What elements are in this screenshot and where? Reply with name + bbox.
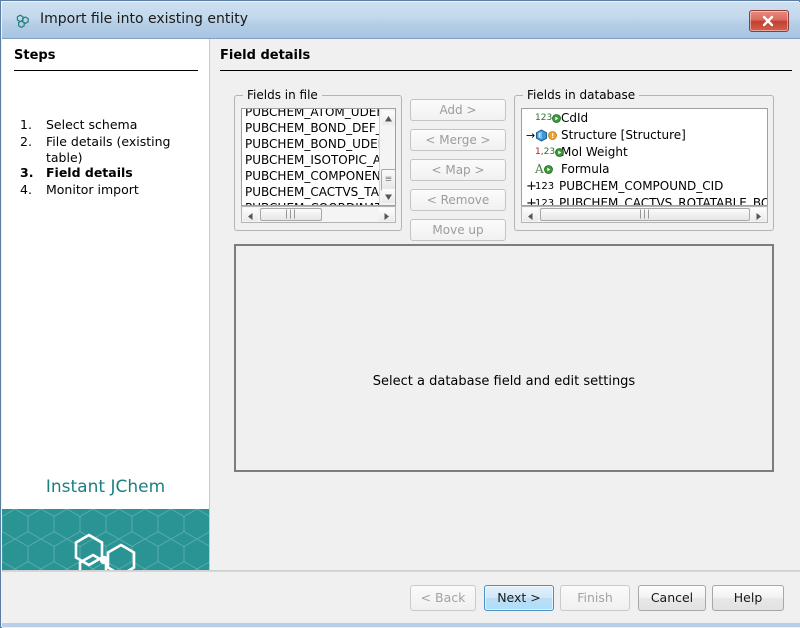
sidebar-step-4: 4.Monitor import — [20, 182, 200, 198]
step-label: Select schema — [46, 117, 186, 133]
fields-in-database-group: Fields in database 123CdId→Structure [St… — [514, 95, 774, 231]
step-number: 4. — [20, 182, 46, 197]
mapped-arrow-icon: → — [526, 127, 535, 144]
new-field-marker-icon: + — [526, 178, 535, 195]
field-settings-panel: Select a database field and edit setting… — [234, 244, 774, 472]
help-button[interactable]: Help — [712, 585, 784, 611]
list-item[interactable]: PUBCHEM_ATOM_UDEF — [242, 109, 379, 120]
list-item[interactable]: +123PUBCHEM_COMPOUND_CID — [522, 178, 767, 195]
finish-button[interactable]: Finish — [560, 585, 630, 611]
list-item[interactable]: → Structure [Structure] — [522, 127, 767, 144]
scroll-up-button[interactable] — [382, 111, 395, 125]
list-item-label: PUBCHEM_CACTVS_ROTATABLE_BON — [559, 196, 767, 205]
horizontal-scroll-thumb[interactable]: ||| — [260, 208, 322, 221]
new-field-marker-icon: + — [526, 195, 535, 205]
list-item[interactable]: PUBCHEM_ISOTOPIC_A — [242, 152, 379, 168]
scroll-thumb-grip: ||| — [639, 210, 651, 219]
steps-divider — [14, 70, 198, 71]
fields-in-file-horizontal-scrollbar[interactable]: ||| — [241, 206, 396, 223]
map-button[interactable]: < Map > — [410, 159, 506, 181]
fields-in-file-vertical-scrollbar[interactable]: ≡ — [379, 109, 395, 205]
vertical-scroll-thumb[interactable]: ≡ — [381, 169, 396, 191]
add-button[interactable]: Add > — [410, 99, 506, 121]
step-number: 2. — [20, 134, 46, 149]
step-label: File details (existing table) — [46, 134, 186, 166]
step-number: 3. — [20, 165, 46, 180]
list-item-label: Mol Weight — [561, 145, 628, 159]
list-item-label: Structure [Structure] — [561, 128, 686, 142]
title-bar: Import file into existing entity — [2, 2, 800, 39]
scroll-thumb-grip: ≡ — [385, 176, 393, 185]
scroll-right-button[interactable] — [379, 208, 394, 221]
fields-in-database-legend: Fields in database — [523, 88, 639, 102]
next-button[interactable]: Next > — [484, 585, 554, 611]
list-item[interactable]: 1,23Mol Weight — [522, 144, 767, 161]
decimal-field-icon: 1,23 — [535, 144, 561, 161]
step-label: Field details — [46, 165, 186, 181]
new-number-field-icon: 123 — [535, 178, 559, 195]
dialog-content: Steps 1.Select schema 2.File details (ex… — [2, 39, 800, 628]
scroll-right-button[interactable] — [751, 208, 766, 221]
dialog-window: Import file into existing entity Steps 1… — [0, 0, 800, 628]
dialog-button-bar: < Back Next > Finish Cancel Help — [2, 570, 800, 628]
fields-in-database-list[interactable]: 123CdId→Structure [Structure]1,23Mol Wei… — [521, 108, 768, 206]
steps-heading: Steps — [14, 48, 55, 63]
cancel-button[interactable]: Cancel — [638, 585, 706, 611]
list-item[interactable]: PUBCHEM_BOND_DEF_S — [242, 120, 379, 136]
settings-placeholder-text: Select a database field and edit setting… — [236, 374, 772, 389]
list-item[interactable]: 123CdId — [522, 110, 767, 127]
list-item[interactable]: PUBCHEM_BOND_UDEF_ — [242, 136, 379, 152]
scroll-left-button[interactable] — [243, 208, 258, 221]
close-button[interactable] — [749, 10, 789, 32]
list-item-label: PUBCHEM_COMPOUND_CID — [559, 179, 723, 193]
list-item[interactable]: AFormula — [522, 161, 767, 178]
button-bar-divider — [2, 571, 800, 572]
back-button[interactable]: < Back — [410, 585, 476, 611]
list-item[interactable]: +123PUBCHEM_CACTVS_ROTATABLE_BON — [522, 195, 767, 205]
scroll-left-button[interactable] — [523, 208, 538, 221]
sidebar-step-3: 3.Field details — [20, 165, 200, 181]
fields-in-database-horizontal-scrollbar[interactable]: ||| — [521, 206, 768, 223]
number-field-icon: 123 — [535, 110, 561, 127]
scroll-down-button[interactable] — [382, 189, 395, 203]
fields-in-file-viewport: PUBCHEM_ATOM_UDEFPUBCHEM_BOND_DEF_SPUBCH… — [242, 109, 379, 205]
list-item[interactable]: PUBCHEM_COORDINATI — [242, 200, 379, 205]
list-item[interactable]: PUBCHEM_CACTVS_TA — [242, 184, 379, 200]
move-up-button[interactable]: Move up — [410, 219, 506, 241]
window-footer-strip — [2, 623, 800, 627]
page-title: Field details — [220, 48, 310, 63]
list-item-label: Formula — [561, 162, 610, 176]
sidebar-step-2: 2.File details (existing table) — [20, 134, 200, 166]
remove-button[interactable]: < Remove — [410, 189, 506, 211]
scroll-thumb-grip: ||| — [285, 210, 297, 219]
brand-name: Instant JChem — [2, 477, 209, 497]
jchem-hexagon-icon — [14, 12, 32, 30]
step-number: 1. — [20, 117, 46, 132]
fields-in-file-legend: Fields in file — [243, 88, 322, 102]
window-title: Import file into existing entity — [40, 11, 248, 27]
fields-in-file-group: Fields in file PUBCHEM_ATOM_UDEFPUBCHEM_… — [234, 95, 402, 231]
sidebar-step-1: 1.Select schema — [20, 117, 200, 133]
fields-in-file-list[interactable]: PUBCHEM_ATOM_UDEFPUBCHEM_BOND_DEF_SPUBCH… — [241, 108, 396, 206]
step-label: Monitor import — [46, 182, 186, 198]
steps-sidebar: Steps 1.Select schema 2.File details (ex… — [2, 39, 210, 570]
main-panel: Field details Fields in file PUBCHEM_ATO… — [210, 39, 800, 570]
fields-in-database-viewport: 123CdId→Structure [Structure]1,23Mol Wei… — [522, 109, 767, 205]
structure-field-icon — [535, 127, 561, 144]
list-item-label: CdId — [561, 111, 588, 125]
merge-button[interactable]: < Merge > — [410, 129, 506, 151]
list-item[interactable]: PUBCHEM_COMPONENT — [242, 168, 379, 184]
horizontal-scroll-thumb[interactable]: ||| — [540, 208, 750, 221]
page-title-divider — [220, 70, 792, 71]
text-field-icon: A — [535, 161, 561, 178]
new-number-field-icon: 123 — [535, 195, 559, 205]
